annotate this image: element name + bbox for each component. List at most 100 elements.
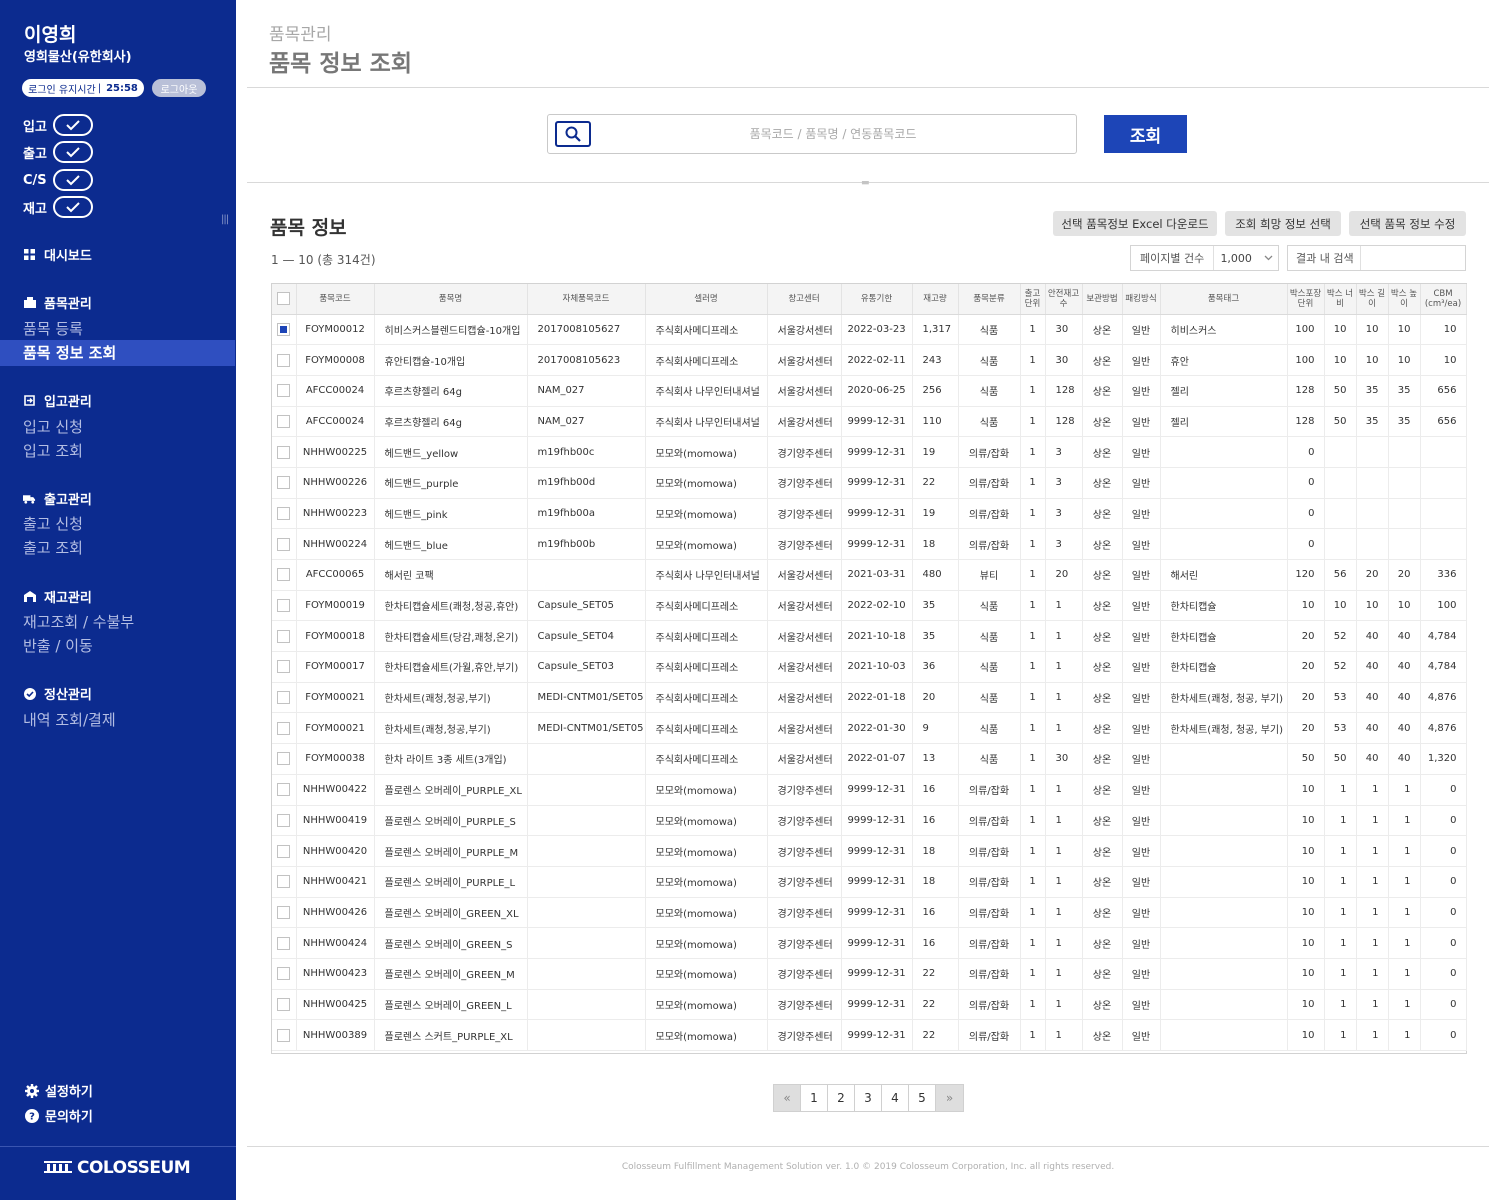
col-header[interactable]: 보관방법	[1082, 284, 1123, 315]
panel-resize-handle[interactable]: ▬	[861, 178, 870, 188]
result-filter-input[interactable]	[1365, 247, 1465, 269]
row-checkbox[interactable]	[277, 997, 291, 1011]
col-header[interactable]: 출고 단위	[1020, 284, 1046, 315]
row-checkbox[interactable]	[277, 660, 291, 674]
settings-link[interactable]: 설정하기	[25, 1081, 93, 1100]
table-row[interactable]: FOYM00012 히비스커스블렌드티캡슐-10개입 2017008105627 주식…	[272, 314, 1467, 346]
nav-dashboard[interactable]: 대시보드	[23, 245, 92, 264]
select-info-button[interactable]: 조회 희망 정보 선택	[1225, 211, 1341, 236]
row-checkbox[interactable]	[277, 905, 291, 919]
col-header[interactable]: 품목명	[374, 284, 528, 315]
page-button-2[interactable]: 2	[828, 1085, 855, 1111]
nav-inbound-header[interactable]: 입고관리	[23, 391, 92, 410]
table-row[interactable]: NHHW00419 플로렌스 오버레이_PURPLE_S 모모와(momowa) 경기…	[272, 805, 1467, 837]
row-checkbox[interactable]	[277, 936, 291, 950]
row-checkbox[interactable]	[277, 322, 291, 336]
table-row[interactable]: AFCC00024 후르츠향젤리 64g NAM_027 주식회사 나무인터내셔널 서울…	[272, 375, 1467, 407]
col-header[interactable]: 안전재고수	[1045, 284, 1083, 315]
table-row[interactable]: NHHW00224 헤드밴드_blue m19fhb00b 모모와(momowa) 경기…	[272, 528, 1467, 560]
nav-outbound-search[interactable]: 출고 조회	[23, 537, 83, 558]
table-row[interactable]: AFCC00024 후르츠향젤리 64g NAM_027 주식회사 나무인터내셔널 서울…	[272, 406, 1467, 438]
col-header[interactable]: 품목태그	[1160, 284, 1288, 315]
nav-settle-history[interactable]: 내역 조회/결제	[23, 709, 116, 730]
table-row[interactable]: NHHW00226 헤드밴드_purple m19fhb00d 모모와(momowa)…	[272, 467, 1467, 499]
page-button-1[interactable]: 1	[801, 1085, 828, 1111]
row-checkbox[interactable]	[277, 414, 291, 428]
page-button-4[interactable]: 4	[882, 1085, 909, 1111]
row-checkbox[interactable]	[277, 721, 291, 735]
row-checkbox[interactable]	[277, 506, 291, 520]
table-row[interactable]: NHHW00423 플로렌스 오버레이_GREEN_M 모모와(momowa) 경기양…	[272, 958, 1467, 990]
table-row[interactable]: FOYM00038 한차 라이트 3종 세트(3개입) 주식회사메디프레소 서울강서센…	[272, 743, 1467, 775]
nav-outbound-apply[interactable]: 출고 신청	[23, 513, 83, 534]
page-button-5[interactable]: 5	[909, 1085, 936, 1111]
table-row[interactable]: NHHW00421 플로렌스 오버레이_PURPLE_L 모모와(momowa) 경기…	[272, 866, 1467, 898]
per-page-select[interactable]: 페이지별 건수 1,000	[1130, 245, 1279, 271]
status-outbound[interactable]: 출고	[23, 141, 93, 163]
table-row[interactable]: NHHW00424 플로렌스 오버레이_GREEN_S 모모와(momowa) 경기양…	[272, 927, 1467, 959]
nav-stock-search[interactable]: 재고조회 / 수불부	[23, 611, 134, 632]
col-header[interactable]: 품목분류	[958, 284, 1021, 315]
status-stock[interactable]: 재고	[23, 196, 93, 218]
col-header[interactable]: CBM (cm³/ea)	[1420, 284, 1467, 315]
col-header[interactable]: 자체품목코드	[527, 284, 646, 315]
nav-settle-header[interactable]: 정산관리	[23, 684, 92, 703]
row-checkbox[interactable]	[277, 445, 291, 459]
col-header[interactable]: 셀러명	[645, 284, 768, 315]
table-row[interactable]: FOYM00008 휴안티캡슐-10개입 2017008105623 주식회사메디프레…	[272, 344, 1467, 376]
col-header[interactable]: 유통기한	[841, 284, 913, 315]
inquiry-link[interactable]: ? 문의하기	[25, 1106, 93, 1125]
row-checkbox[interactable]	[277, 813, 291, 827]
search-button[interactable]: 조회	[1104, 115, 1187, 153]
sidebar-collapse-handle[interactable]: |||	[221, 214, 229, 225]
next-page-button[interactable]: »	[936, 1085, 963, 1111]
col-header[interactable]: 품목코드	[296, 284, 375, 315]
row-checkbox[interactable]	[277, 844, 291, 858]
nav-item-search[interactable]: 품목 정보 조회	[0, 340, 235, 366]
table-row[interactable]: NHHW00389 플로렌스 스커트_PURPLE_XL 모모와(momowa) 경기…	[272, 1019, 1467, 1051]
edit-item-button[interactable]: 선택 품목 정보 수정	[1349, 211, 1466, 236]
row-checkbox[interactable]	[277, 629, 291, 643]
status-cs[interactable]: C/S	[23, 169, 93, 191]
page-button-3[interactable]: 3	[855, 1085, 882, 1111]
table-row[interactable]: FOYM00018 한차티캡슐세트(당감,쾌청,온기) Capsule_SET04 주…	[272, 620, 1467, 653]
excel-download-button[interactable]: 선택 품목정보 Excel 다운로드	[1053, 211, 1217, 236]
nav-item-register[interactable]: 품목 등록	[23, 318, 83, 339]
table-row[interactable]: FOYM00017 한차티캡슐세트(가월,휴안,부기) Capsule_SET03 주…	[272, 651, 1467, 683]
row-checkbox[interactable]	[277, 384, 291, 398]
col-header[interactable]: 박스 길이	[1356, 284, 1389, 315]
search-input[interactable]	[598, 121, 1068, 147]
nav-stock-header[interactable]: 재고관리	[23, 587, 92, 606]
table-row[interactable]: FOYM00021 한차세트(쾌청,청공,부기) MEDI-CNTM01/SET05…	[272, 682, 1467, 714]
row-checkbox[interactable]	[277, 752, 291, 766]
nav-inbound-search[interactable]: 입고 조회	[23, 440, 83, 461]
col-header[interactable]: 박스 너비	[1324, 284, 1357, 315]
col-header[interactable]: 박스 높이	[1388, 284, 1421, 315]
row-checkbox[interactable]	[277, 875, 291, 889]
prev-page-button[interactable]: «	[774, 1085, 801, 1111]
col-header[interactable]: 재고량	[912, 284, 959, 315]
row-checkbox[interactable]	[277, 599, 291, 613]
row-checkbox[interactable]	[277, 537, 291, 551]
col-header[interactable]: 창고센터	[767, 284, 842, 315]
table-row[interactable]: NHHW00426 플로렌스 오버레이_GREEN_XL 모모와(momowa) 경기…	[272, 897, 1467, 929]
table-row[interactable]: NHHW00420 플로렌스 오버레이_PURPLE_M 모모와(momowa) 경기…	[272, 835, 1467, 867]
table-row[interactable]: NHHW00422 플로렌스 오버레이_PURPLE_XL 모모와(momowa) 경…	[272, 774, 1467, 806]
row-checkbox[interactable]	[277, 568, 291, 582]
row-checkbox[interactable]	[277, 1028, 291, 1042]
table-row[interactable]: FOYM00019 한차티캡슐세트(쾌청,청공,휴안) Capsule_SET05 주…	[272, 590, 1467, 622]
row-checkbox[interactable]	[277, 353, 291, 367]
nav-outbound-header[interactable]: 출고관리	[23, 489, 92, 508]
table-row[interactable]: AFCC00065 해서린 코팩 주식회사 나무인터내셔널 서울강서센터 2021-03…	[272, 559, 1467, 591]
row-checkbox[interactable]	[277, 783, 291, 797]
table-row[interactable]: NHHW00223 헤드밴드_pink m19fhb00a 모모와(momowa) 경기…	[272, 498, 1467, 530]
table-row[interactable]: FOYM00021 한차세트(쾌청,청공,부기) MEDI-CNTM01/SET05…	[272, 712, 1467, 745]
status-inbound[interactable]: 입고	[23, 114, 93, 136]
search-icon[interactable]	[555, 121, 591, 147]
nav-stock-move[interactable]: 반출 / 이동	[23, 635, 93, 656]
table-row[interactable]: NHHW00225 헤드밴드_yellow m19fhb00c 모모와(momowa)…	[272, 436, 1467, 468]
col-header[interactable]: 박스포장 단위	[1287, 284, 1325, 315]
table-row[interactable]: NHHW00425 플로렌스 오버레이_GREEN_L 모모와(momowa) 경기양…	[272, 989, 1467, 1021]
select-all-checkbox[interactable]	[277, 292, 291, 306]
col-header[interactable]: 패킹방식	[1122, 284, 1161, 315]
